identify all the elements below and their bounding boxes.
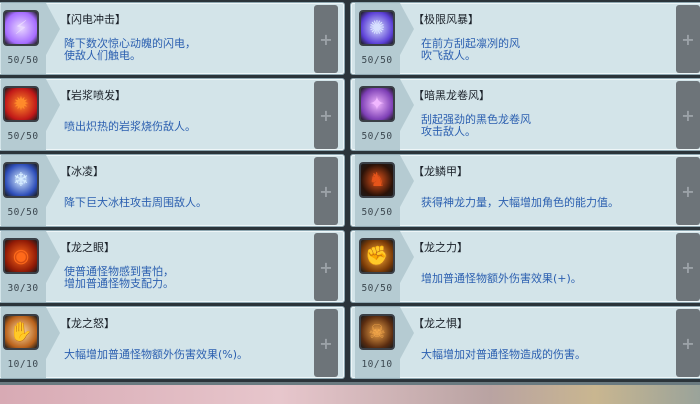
skill-card[interactable]: ❄ 50/50 【冰凌】降下巨大冰柱攻击周围敌人。 + [0,154,345,227]
tornado-icon[interactable]: ✦ [359,86,395,122]
skill-description: 使普通怪物感到害怕， 增加普通怪物支配力。 [64,265,174,290]
skill-level: 50/50 [7,55,39,66]
skill-level: 10/10 [361,359,393,370]
add-skill-point-button[interactable]: + [314,81,338,149]
skill-name: 【龙之力】 [413,241,468,254]
dragon-fear-icon[interactable]: ☠ [359,314,395,350]
skill-description: 获得神龙力量，大幅增加角色的能力值。 [421,196,619,209]
skill-level: 50/50 [361,131,393,142]
skill-grid: ⚡ 50/50 【闪电冲击】降下数次惊心动魄的闪电， 使敌人们触电。 + ✺ 50/50 【… [0,0,700,382]
skill-level: 50/50 [7,131,39,142]
skill-level: 30/30 [7,283,39,294]
skill-description: 增加普通怪物额外伤害效果(+)。 [421,272,582,285]
skill-card[interactable]: ✦ 50/50 【暗黑龙卷风】刮起强劲的黑色龙卷风 攻击敌人。 + [350,78,700,151]
skill-icon-glyph: ✊ [365,244,389,267]
skill-card[interactable]: ◉ 30/30 【龙之眼】使普通怪物感到害怕， 增加普通怪物支配力。 + [0,230,345,303]
skill-icon-glyph: ♞ [368,168,386,191]
skill-card[interactable]: ✋ 10/10 【龙之怒】大幅增加普通怪物额外伤害效果(%)。 + [0,306,345,379]
skill-level: 10/10 [7,359,39,370]
skill-card[interactable]: ✊ 50/50 【龙之力】增加普通怪物额外伤害效果(+)。 + [350,230,700,303]
skill-level: 50/50 [361,55,393,66]
skill-description: 在前方刮起凛冽的风 吹飞敌人。 [421,37,520,62]
storm-icon[interactable]: ✺ [359,10,395,46]
skill-icon-glyph: ✹ [13,92,29,115]
skill-name: 【岩浆喷发】 [60,89,126,102]
skill-card[interactable]: ✺ 50/50 【极限风暴】在前方刮起凛冽的风 吹飞敌人。 + [350,2,700,75]
skill-icon-glyph: ◉ [12,244,30,267]
skill-description: 刮起强劲的黑色龙卷风 攻击敌人。 [421,113,531,138]
add-skill-point-button[interactable]: + [676,81,700,149]
add-skill-point-button[interactable]: + [314,157,338,225]
add-skill-point-button[interactable]: + [676,309,700,377]
skill-icon-glyph: ⚡ [14,16,28,39]
skill-description: 降下巨大冰柱攻击周围敌人。 [64,196,207,209]
skill-description: 降下数次惊心动魄的闪电， 使敌人们触电。 [64,37,196,62]
skill-name: 【龙之眼】 [60,241,115,254]
skill-card[interactable]: ⚡ 50/50 【闪电冲击】降下数次惊心动魄的闪电， 使敌人们触电。 + [0,2,345,75]
skill-icon-glyph: ❄ [13,168,29,191]
skill-description: 大幅增加对普通怪物造成的伤害。 [421,348,586,361]
add-skill-point-button[interactable]: + [314,5,338,73]
add-skill-point-button[interactable]: + [314,233,338,301]
skill-card[interactable]: ☠ 10/10 【龙之惧】大幅增加对普通怪物造成的伤害。 + [350,306,700,379]
skill-level: 50/50 [361,207,393,218]
skill-name: 【冰凌】 [60,165,104,178]
lightning-icon[interactable]: ⚡ [3,10,39,46]
add-skill-point-button[interactable]: + [314,309,338,377]
icicle-icon[interactable]: ❄ [3,162,39,198]
dragon-armor-icon[interactable]: ♞ [359,162,395,198]
dragon-power-icon[interactable]: ✊ [359,238,395,274]
skill-name: 【龙之怒】 [60,317,115,330]
strip-edge [0,382,700,385]
skill-description: 大幅增加普通怪物额外伤害效果(%)。 [64,348,249,361]
skill-name: 【极限风暴】 [413,13,479,26]
dragon-eye-icon[interactable]: ◉ [3,238,39,274]
skill-icon-glyph: ✦ [369,92,385,115]
add-skill-point-button[interactable]: + [676,233,700,301]
skill-level: 50/50 [7,207,39,218]
skill-card[interactable]: ♞ 50/50 【龙鳞甲】获得神龙力量，大幅增加角色的能力值。 + [350,154,700,227]
skill-name: 【龙鳞甲】 [413,165,468,178]
skill-icon-glyph: ✺ [369,16,385,39]
skill-name: 【龙之惧】 [413,317,468,330]
skill-name: 【暗黑龙卷风】 [413,89,490,102]
skill-icon-glyph: ☠ [368,320,386,343]
background-strip [0,382,700,404]
add-skill-point-button[interactable]: + [676,5,700,73]
skill-card[interactable]: ✹ 50/50 【岩浆喷发】喷出炽热的岩浆烧伤敌人。 + [0,78,345,151]
magma-icon[interactable]: ✹ [3,86,39,122]
add-skill-point-button[interactable]: + [676,157,700,225]
skill-icon-glyph: ✋ [9,320,33,343]
skill-description: 喷出炽热的岩浆烧伤敌人。 [64,120,196,133]
skill-level: 50/50 [361,283,393,294]
skill-name: 【闪电冲击】 [60,13,126,26]
dragon-rage-icon[interactable]: ✋ [3,314,39,350]
